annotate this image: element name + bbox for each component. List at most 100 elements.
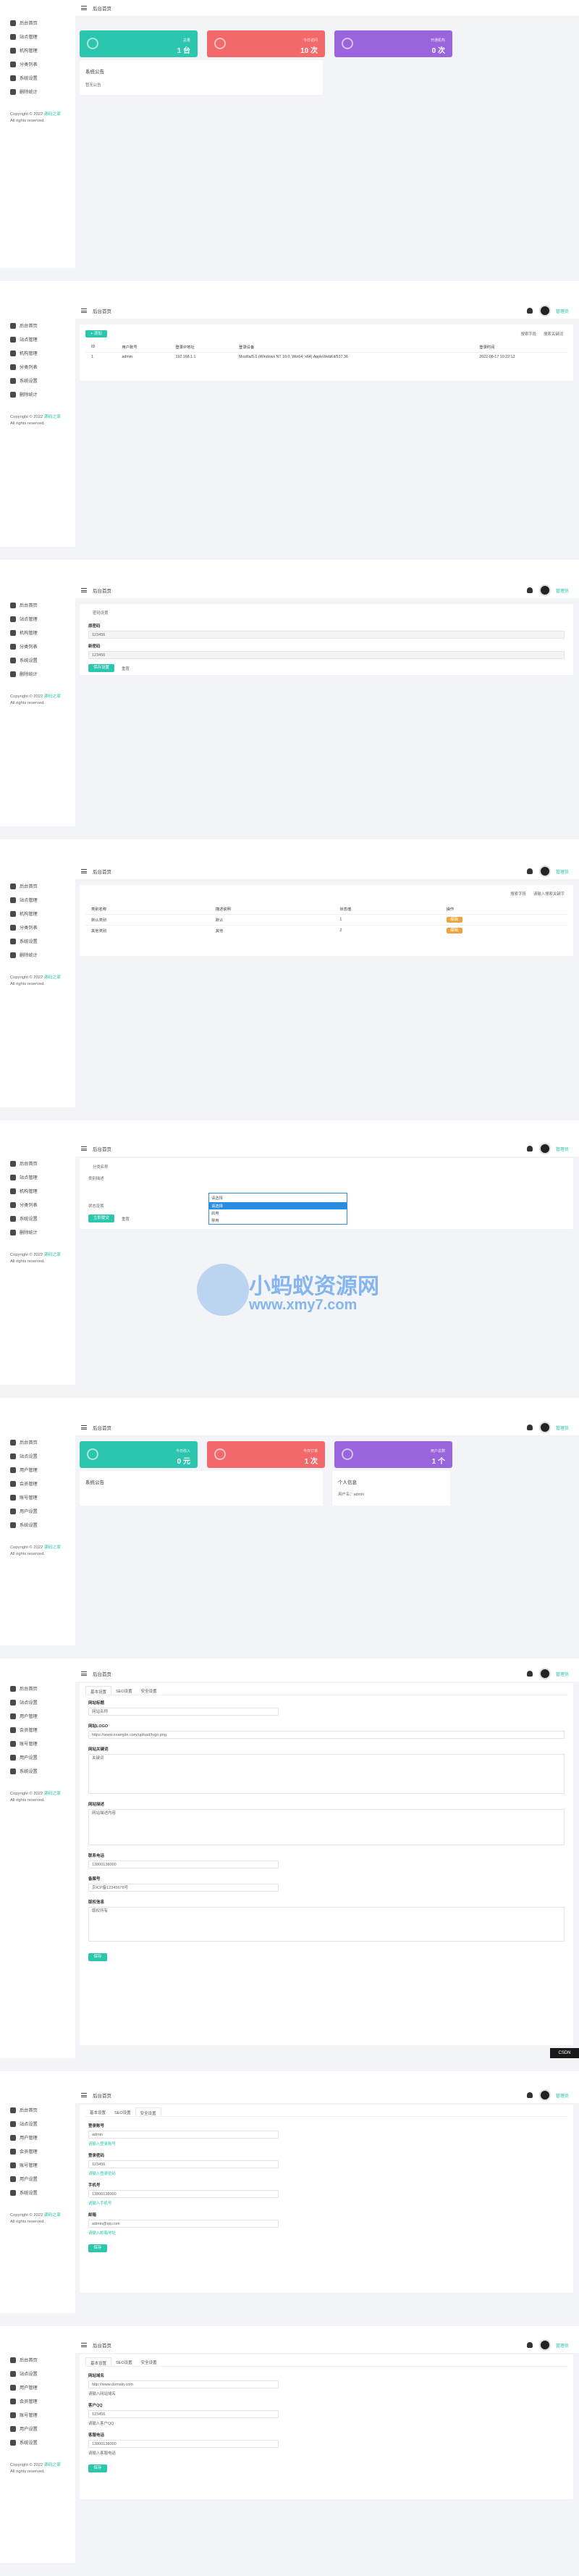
- sidebar-item-user-settings[interactable]: 用户设置: [0, 2172, 75, 2186]
- sidebar-item-sites[interactable]: 站点管理: [0, 332, 75, 346]
- sidebar-item-home[interactable]: 后台首页: [0, 879, 75, 893]
- breadcrumb-home[interactable]: 后台首页: [93, 587, 111, 594]
- sidebar-item-members[interactable]: 会员管理: [0, 1723, 75, 1737]
- sidebar-item-settings[interactable]: 系统设置: [0, 71, 75, 85]
- breadcrumb-home[interactable]: 后台首页: [93, 2092, 111, 2099]
- reset-button[interactable]: 重置: [122, 666, 130, 671]
- sidebar-item-users[interactable]: 用户管理: [0, 1463, 75, 1477]
- reset-button[interactable]: 重置: [122, 1216, 130, 1222]
- tab-security[interactable]: 安全设置: [135, 2107, 161, 2116]
- sidebar-item-user-settings[interactable]: 用户设置: [0, 2422, 75, 2436]
- qq-field[interactable]: 123456: [88, 2410, 279, 2418]
- sidebar-item-stats[interactable]: 删除统计: [0, 85, 75, 98]
- sidebar-item-stats[interactable]: 删除统计: [0, 387, 75, 401]
- tab-basic[interactable]: 基本设置: [85, 1686, 112, 1695]
- service-phone-field[interactable]: 13800138000: [88, 2440, 279, 2448]
- description-textarea[interactable]: 网站描述内容: [88, 1809, 565, 1845]
- sidebar-item-accounts[interactable]: 账号管理: [0, 1490, 75, 1504]
- add-button[interactable]: + 添加: [85, 330, 107, 337]
- email-field[interactable]: admin@qq.com: [88, 2220, 279, 2228]
- breadcrumb-home[interactable]: 后台首页: [93, 1424, 111, 1431]
- user-menu[interactable]: 管理员: [556, 308, 569, 314]
- sidebar-item-settings[interactable]: 系统设置: [0, 1212, 75, 1225]
- copyright-textarea[interactable]: 版权所有: [88, 1907, 565, 1942]
- login-account-field[interactable]: admin: [88, 2131, 279, 2139]
- tab-seo[interactable]: SEO设置: [110, 2107, 135, 2116]
- edit-button[interactable]: 编辑: [446, 917, 462, 923]
- edit-button[interactable]: 编辑: [446, 928, 462, 934]
- menu-toggle-icon[interactable]: [81, 588, 87, 592]
- new-password-field[interactable]: 123456: [88, 651, 565, 659]
- tab-basic[interactable]: 基本设置: [85, 2357, 112, 2366]
- bell-icon[interactable]: [526, 308, 533, 314]
- tab-security[interactable]: 安全设置: [137, 1686, 161, 1695]
- user-menu[interactable]: 管理员: [556, 1146, 569, 1152]
- login-password-field[interactable]: 123456: [88, 2160, 279, 2168]
- sidebar-item-site-settings[interactable]: 站点设置: [0, 1695, 75, 1709]
- sidebar-item-categories[interactable]: 分类列表: [0, 920, 75, 934]
- sidebar-item-settings[interactable]: 系统设置: [0, 374, 75, 387]
- sidebar-item-home[interactable]: 后台首页: [0, 2103, 75, 2117]
- save-button[interactable]: 保存: [88, 1953, 107, 1961]
- search-field-select[interactable]: 搜索字段: [520, 331, 536, 337]
- sidebar-item-users[interactable]: 用户管理: [0, 2131, 75, 2144]
- sidebar-item-system[interactable]: 系统设置: [0, 1518, 75, 1532]
- breadcrumb-home[interactable]: 后台首页: [93, 2341, 111, 2349]
- menu-toggle-icon[interactable]: [81, 1671, 87, 1676]
- dropdown-option[interactable]: 请选择: [209, 1202, 347, 1209]
- sidebar-item-categories[interactable]: 分类列表: [0, 1198, 75, 1212]
- sidebar-item-categories[interactable]: 分类列表: [0, 639, 75, 653]
- sidebar-item-stats[interactable]: 删除统计: [0, 667, 75, 681]
- search-input[interactable]: 请输入搜索关键字: [533, 891, 565, 897]
- sidebar-item-system[interactable]: 系统设置: [0, 2186, 75, 2199]
- tab-security[interactable]: 安全设置: [137, 2357, 161, 2366]
- breadcrumb-home[interactable]: 后台首页: [93, 868, 111, 875]
- breadcrumb-home[interactable]: 后台首页: [93, 1145, 111, 1152]
- sidebar-item-sites[interactable]: 站点管理: [0, 1170, 75, 1184]
- user-menu[interactable]: 管理员: [556, 1425, 569, 1431]
- sidebar-item-home[interactable]: 后台首页: [0, 16, 75, 30]
- sidebar-item-sites[interactable]: 站点管理: [0, 893, 75, 907]
- sidebar-item-categories[interactable]: 分类列表: [0, 360, 75, 374]
- status-dropdown[interactable]: 请选择 请选择 启用 禁用: [208, 1193, 347, 1225]
- keywords-textarea[interactable]: 关键词: [88, 1754, 565, 1794]
- breadcrumb-home[interactable]: 后台首页: [93, 1670, 111, 1677]
- save-button[interactable]: 保存设置: [88, 664, 114, 672]
- user-menu[interactable]: 管理员: [556, 2342, 569, 2349]
- avatar[interactable]: [538, 305, 551, 316]
- avatar[interactable]: [538, 584, 551, 596]
- submit-button[interactable]: 立即提交: [88, 1214, 114, 1222]
- bell-icon[interactable]: [526, 1146, 533, 1151]
- sidebar-item-system[interactable]: 系统设置: [0, 1764, 75, 1778]
- sidebar-item-site-settings[interactable]: 站点设置: [0, 2367, 75, 2380]
- phone-field[interactable]: 13800138000: [88, 2190, 279, 2198]
- avatar[interactable]: [538, 2339, 551, 2351]
- sidebar-item-members[interactable]: 会员管理: [0, 2144, 75, 2158]
- menu-toggle-icon[interactable]: [81, 2093, 87, 2097]
- breadcrumb-home[interactable]: 后台首页: [93, 307, 111, 314]
- sidebar-item-accounts[interactable]: 账号管理: [0, 2158, 75, 2172]
- menu-toggle-icon[interactable]: [81, 309, 87, 313]
- bell-icon[interactable]: [526, 1425, 533, 1430]
- breadcrumb-home[interactable]: 后台首页: [93, 4, 111, 12]
- save-button[interactable]: 保存: [88, 2464, 107, 2472]
- logo-url-field[interactable]: https://www.example.com/upload/logo.png: [88, 1731, 565, 1739]
- menu-toggle-icon[interactable]: [81, 6, 87, 10]
- sidebar-item-home[interactable]: 后台首页: [0, 2353, 75, 2367]
- tab-seo[interactable]: SEO设置: [111, 2357, 137, 2366]
- dropdown-option[interactable]: 禁用: [209, 1217, 347, 1224]
- bell-icon[interactable]: [526, 1671, 533, 1677]
- avatar[interactable]: [538, 1143, 551, 1154]
- avatar[interactable]: [538, 2089, 551, 2101]
- bell-icon[interactable]: [526, 868, 533, 874]
- menu-toggle-icon[interactable]: [81, 869, 87, 873]
- sidebar-item-orgs[interactable]: 机构管理: [0, 1184, 75, 1198]
- sidebar-item-user-settings[interactable]: 用户设置: [0, 1504, 75, 1518]
- sidebar-item-orgs[interactable]: 机构管理: [0, 907, 75, 920]
- site-title-field[interactable]: 网站名称: [88, 1708, 279, 1716]
- sidebar-item-members[interactable]: 会员管理: [0, 1477, 75, 1490]
- sidebar-item-accounts[interactable]: 账号管理: [0, 2408, 75, 2422]
- bell-icon[interactable]: [526, 2092, 533, 2098]
- sidebar-item-settings[interactable]: 系统设置: [0, 934, 75, 948]
- dropdown-option[interactable]: 启用: [209, 1209, 347, 1217]
